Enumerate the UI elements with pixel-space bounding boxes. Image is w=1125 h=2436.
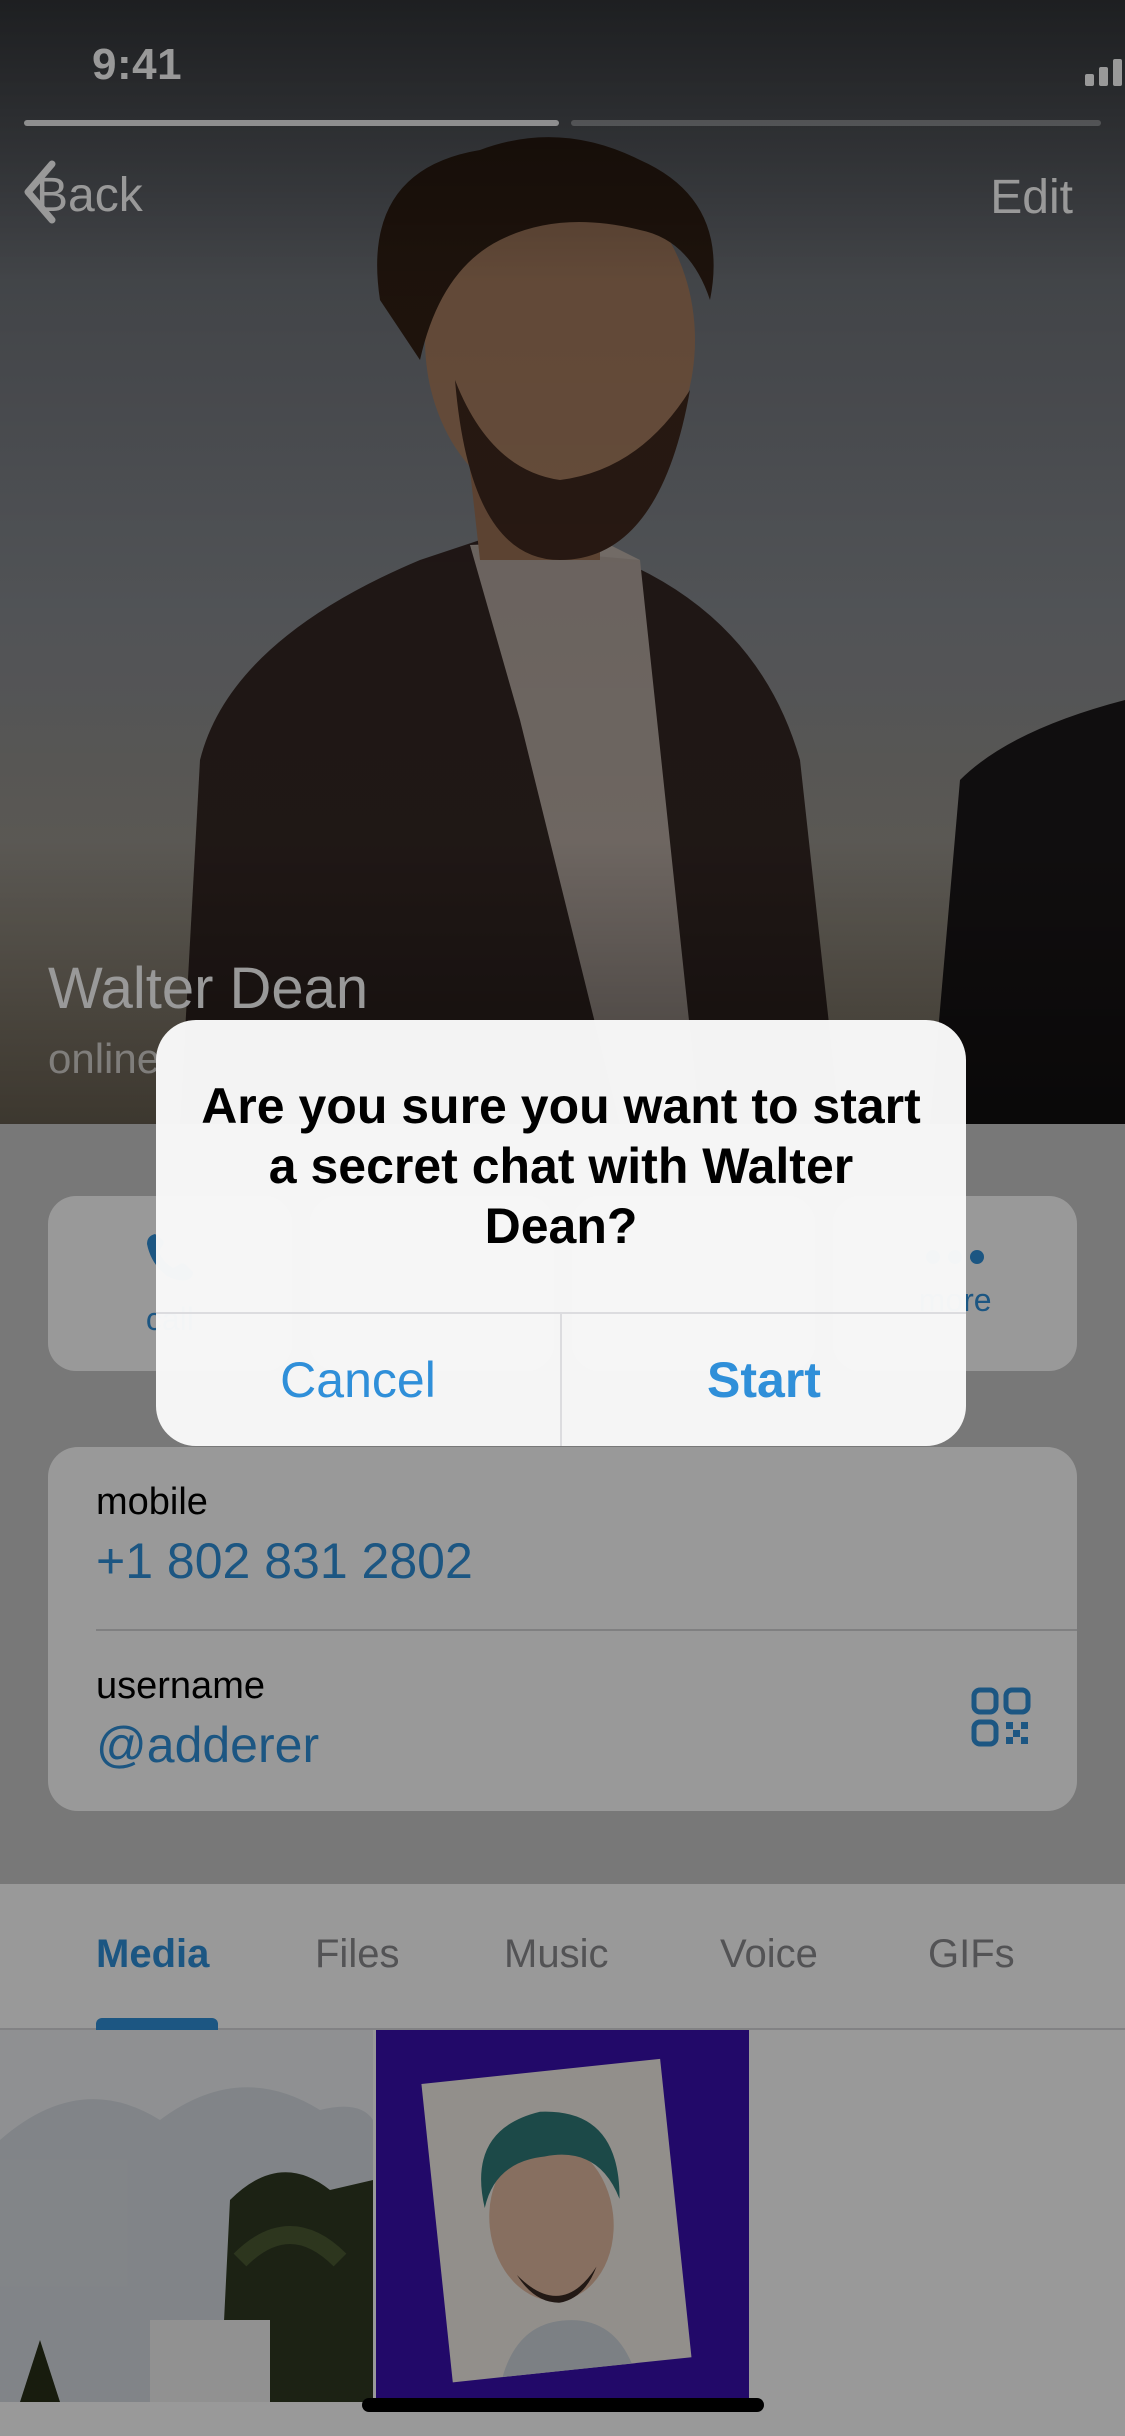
home-indicator xyxy=(362,2398,764,2412)
alert-message: Are you sure you want to start a secret … xyxy=(201,1078,921,1254)
start-button[interactable]: Start xyxy=(562,1314,966,1446)
secret-chat-alert: Are you sure you want to start a secret … xyxy=(156,1020,966,1446)
cancel-button[interactable]: Cancel xyxy=(156,1314,560,1446)
